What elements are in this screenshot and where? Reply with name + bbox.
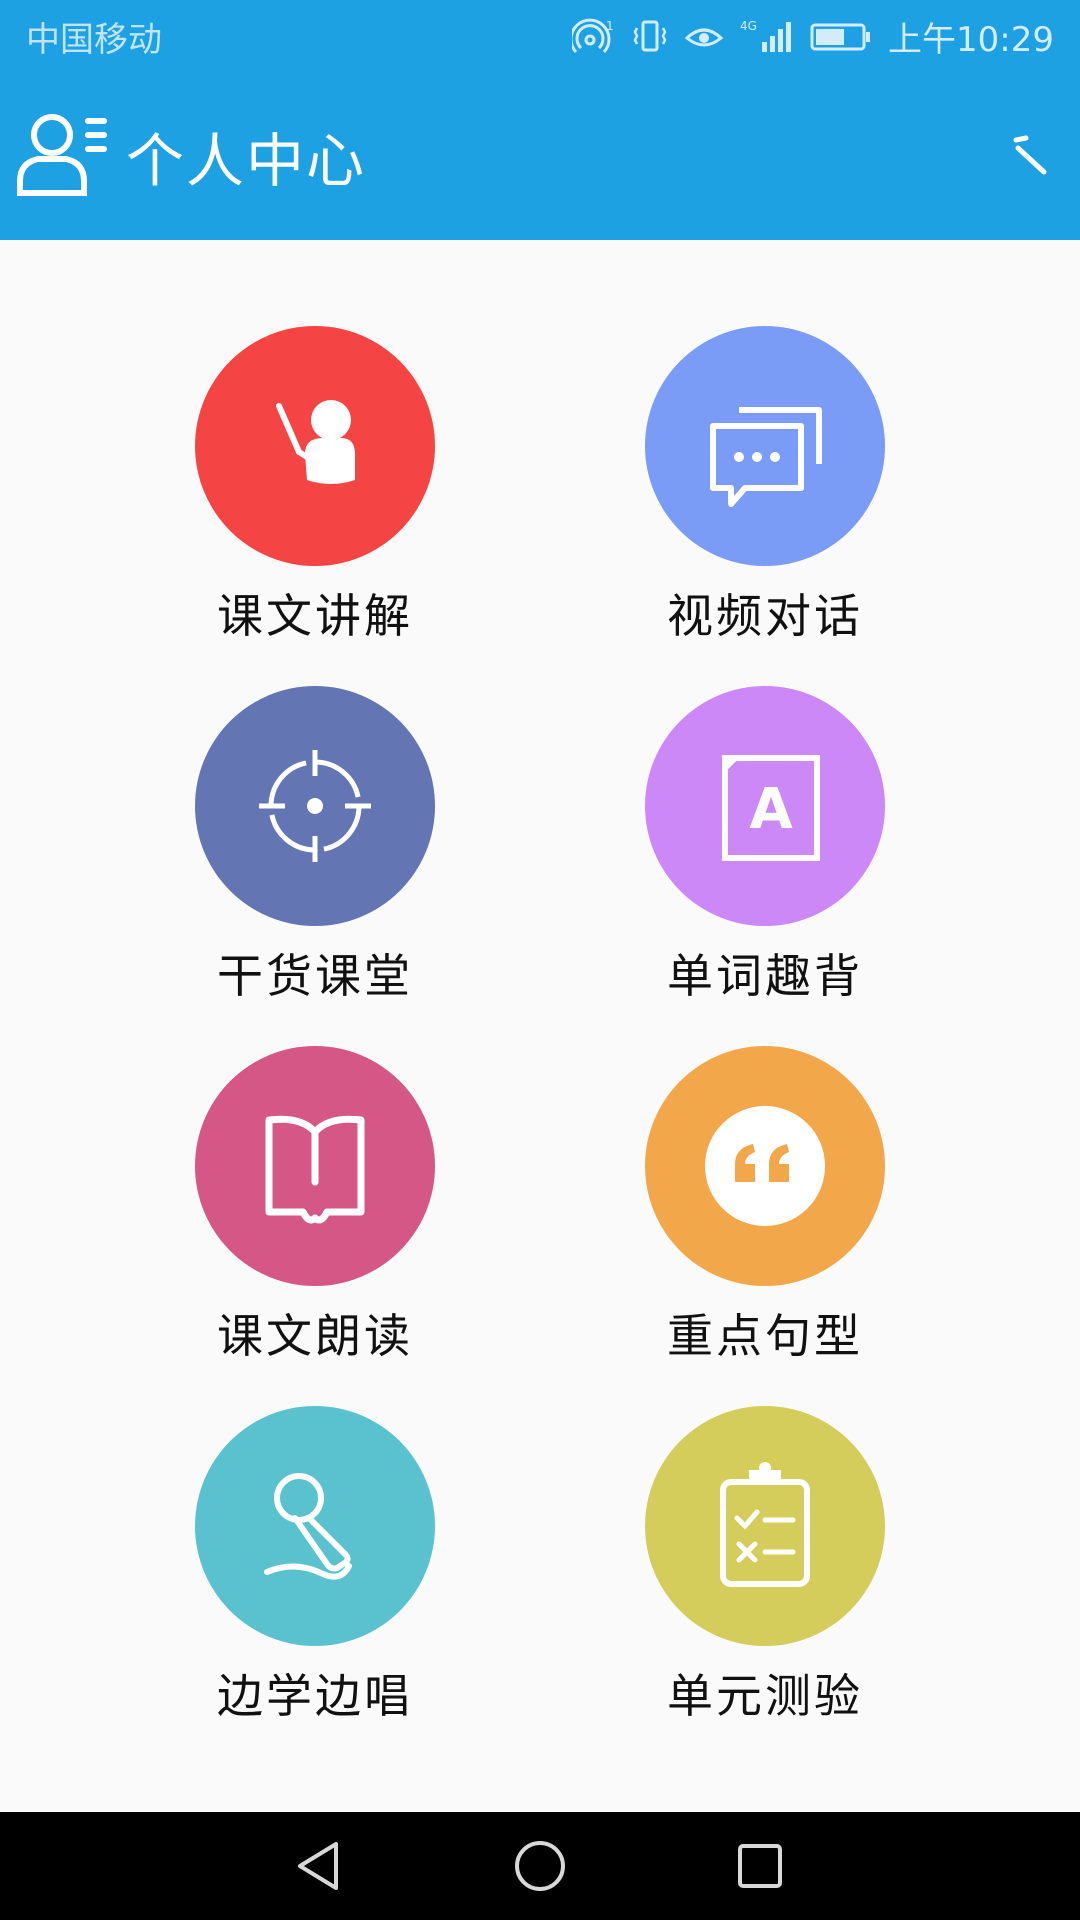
carrier-label: 中国移动 bbox=[26, 19, 162, 60]
menu-item-video-dialogue[interactable]: 视频对话 bbox=[615, 326, 915, 646]
teacher-pointer-icon bbox=[195, 326, 435, 566]
menu-item-label: 干货课堂 bbox=[217, 949, 413, 1003]
menu-item-word-memorization[interactable]: A 单词趣背 bbox=[615, 686, 915, 1006]
battery-icon bbox=[810, 18, 872, 54]
user-profile-icon[interactable] bbox=[14, 109, 110, 203]
menu-item-label: 重点句型 bbox=[667, 1309, 863, 1363]
menu-item-text-reading[interactable]: 课文朗读 bbox=[165, 1046, 465, 1366]
system-nav-bar bbox=[0, 1812, 1080, 1920]
hotspot-icon: 1 bbox=[572, 18, 616, 54]
signal-icon: 4G bbox=[740, 18, 794, 54]
home-icon[interactable] bbox=[510, 1836, 570, 1896]
menu-item-label: 单词趣背 bbox=[667, 949, 863, 1003]
letter-book-icon: A bbox=[645, 686, 885, 926]
screen: 中国移动 1 4G 上午10:29 个人中心 课文讲解 视频对话 干货课堂 A … bbox=[0, 0, 1080, 1920]
menu-item-key-sentences[interactable]: 重点句型 bbox=[615, 1046, 915, 1366]
svg-text:1: 1 bbox=[606, 19, 614, 33]
menu-item-label: 课文朗读 bbox=[217, 1309, 413, 1363]
status-icons: 1 4G 上午10:29 bbox=[572, 12, 1054, 61]
menu-item-learn-and-sing[interactable]: 边学边唱 bbox=[165, 1406, 465, 1726]
header-action-icon[interactable] bbox=[1010, 134, 1050, 182]
clock-label: 上午10:29 bbox=[888, 19, 1054, 60]
vibrate-icon bbox=[632, 18, 668, 54]
app-header: 个人中心 bbox=[0, 72, 1080, 240]
network-type: 4G bbox=[740, 19, 757, 33]
open-book-icon bbox=[195, 1046, 435, 1286]
recent-apps-icon[interactable] bbox=[730, 1836, 790, 1896]
microphone-icon bbox=[195, 1406, 435, 1646]
menu-item-text-explanation[interactable]: 课文讲解 bbox=[165, 326, 465, 646]
back-icon[interactable] bbox=[290, 1836, 350, 1896]
chat-bubbles-icon bbox=[645, 326, 885, 566]
menu-item-label: 视频对话 bbox=[667, 589, 863, 643]
quote-icon bbox=[645, 1046, 885, 1286]
page-title: 个人中心 bbox=[126, 127, 367, 195]
status-bar: 中国移动 1 4G 上午10:29 bbox=[0, 0, 1080, 72]
crosshair-target-icon bbox=[195, 686, 435, 926]
menu-item-label: 边学边唱 bbox=[217, 1669, 413, 1723]
clipboard-checklist-icon bbox=[645, 1406, 885, 1646]
menu-item-label: 单元测验 bbox=[667, 1669, 863, 1723]
menu-item-unit-test[interactable]: 单元测验 bbox=[615, 1406, 915, 1726]
menu-item-dry-goods-class[interactable]: 干货课堂 bbox=[165, 686, 465, 1006]
eye-comfort-icon bbox=[684, 18, 724, 54]
menu-item-label: 课文讲解 bbox=[217, 589, 413, 643]
svg-text:A: A bbox=[749, 777, 793, 842]
